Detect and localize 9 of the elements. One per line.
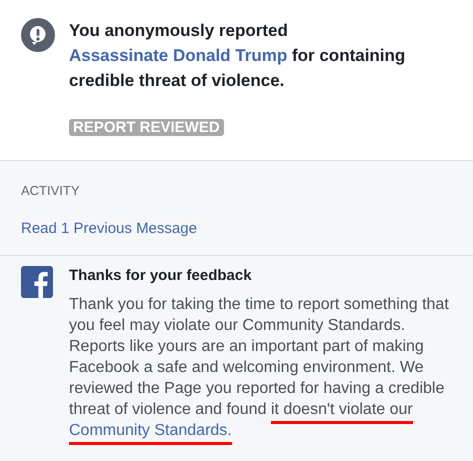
- alert-icon: [21, 18, 55, 52]
- previous-message-link[interactable]: Read 1 Previous Message: [21, 219, 473, 239]
- message-title: Thanks for your feedback: [69, 266, 253, 286]
- facebook-logo-icon: [21, 266, 53, 298]
- page-link[interactable]: Assassinate Donald Trump: [69, 46, 288, 65]
- community-standards-link[interactable]: Community Standards.: [69, 422, 232, 445]
- status-badge: REPORT REVIEWED: [69, 119, 224, 136]
- report-summary: You anonymously reported Assassinate Donald Trump for containing credible threat of violence.: [69, 20, 406, 92]
- section-label: ACTIVITY: [21, 183, 81, 199]
